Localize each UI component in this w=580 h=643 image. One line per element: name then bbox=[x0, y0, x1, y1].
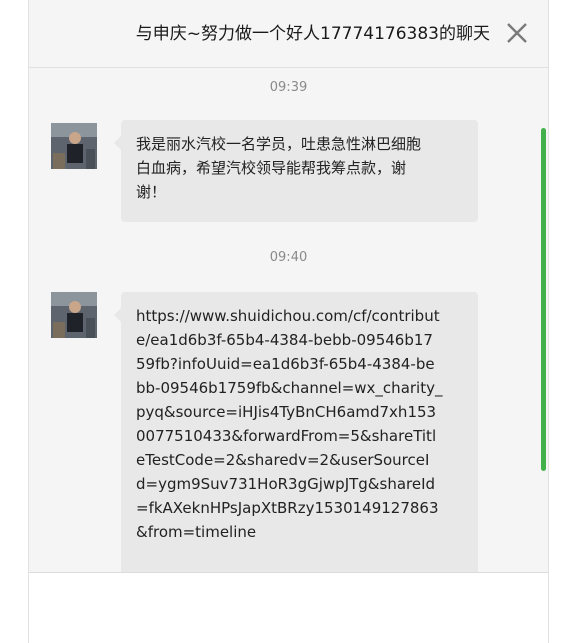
chat-title: 与申庆~努力做一个好人17774176383的聊天 bbox=[135, 24, 490, 44]
avatar-photo-icon bbox=[51, 292, 97, 338]
user-avatar[interactable] bbox=[51, 123, 97, 169]
avatar-photo-icon bbox=[51, 123, 97, 169]
message-timestamp: 09:40 bbox=[269, 250, 308, 265]
scrollbar-thumb[interactable] bbox=[541, 128, 546, 471]
close-icon bbox=[507, 23, 527, 43]
chat-window: 与申庆~努力做一个好人17774176383的聊天 09:39 我是丽水汽校一名… bbox=[28, 0, 549, 643]
user-avatar[interactable] bbox=[51, 292, 97, 338]
close-button[interactable] bbox=[504, 20, 530, 46]
message-timestamp: 09:39 bbox=[269, 80, 308, 95]
message-input-area[interactable] bbox=[29, 572, 548, 643]
message-bubble-link[interactable]: https://www.shuidichou.com/cf/contribut … bbox=[114, 292, 478, 572]
message-list[interactable]: 09:39 我是丽水汽校一名学员，吐患急性淋巴细胞 白血病，希望汽校领导能帮我筹… bbox=[29, 68, 548, 572]
message-bubble[interactable]: 我是丽水汽校一名学员，吐患急性淋巴细胞 白血病，希望汽校领导能帮我筹点款，谢 谢… bbox=[114, 120, 478, 222]
title-bar: 与申庆~努力做一个好人17774176383的聊天 bbox=[29, 0, 548, 68]
